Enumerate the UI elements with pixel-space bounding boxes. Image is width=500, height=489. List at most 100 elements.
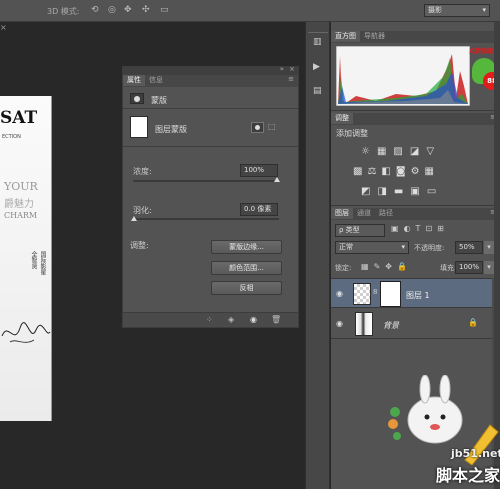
histogram-icon[interactable]: ▥ xyxy=(313,37,322,47)
lock-paint-icon[interactable]: ✎ xyxy=(374,262,386,271)
feather-field[interactable]: 0.0 像素 xyxy=(240,203,278,216)
density-slider[interactable] xyxy=(133,180,279,182)
levels-icon[interactable]: ▦ xyxy=(377,146,393,157)
opacity-dropdown-icon[interactable]: ▾ xyxy=(484,241,494,254)
panel-menu-icon[interactable]: ≡ xyxy=(288,75,294,83)
lock-all-icon[interactable]: 🔒 xyxy=(397,262,412,271)
close-document-icon[interactable]: × xyxy=(0,23,10,33)
brightness-icon[interactable]: ☼ xyxy=(361,146,377,157)
feather-slider-handle[interactable] xyxy=(131,216,137,221)
panel-titlebar[interactable]: » × xyxy=(123,65,298,75)
color-range-button[interactable]: 颜色范围... xyxy=(211,261,282,275)
threshold-icon[interactable]: ▬ xyxy=(394,186,410,197)
close-panel-icon[interactable]: × xyxy=(289,65,295,73)
document-canvas[interactable]: SAT ECTION YOUR 爵魅力 CHARM 国际影星 全智贤 xyxy=(0,96,52,421)
exposure-icon[interactable]: ◪ xyxy=(410,146,426,157)
fill-field[interactable]: 100% xyxy=(455,261,483,274)
lock-label: 锁定: xyxy=(335,264,352,272)
3d-slide-icon[interactable]: ✣ xyxy=(142,5,150,15)
histogram-tabs: 直方图 导航器 xyxy=(331,31,500,43)
lock-icons: ▦✎✥🔒 xyxy=(361,262,421,271)
adjust-label: 调整: xyxy=(130,241,149,250)
bw-icon[interactable]: ◧ xyxy=(381,166,395,177)
layer-row-1[interactable]: ◉ 8 图层 1 xyxy=(331,278,500,308)
doc-footer2: 全智贤 xyxy=(30,251,37,269)
visibility-eye-icon[interactable]: ◉ xyxy=(336,319,343,328)
density-field[interactable]: 100% xyxy=(240,164,278,177)
badge-label: 点我加速 xyxy=(469,48,494,55)
posterize-icon[interactable]: ◨ xyxy=(377,186,393,197)
tab-channels[interactable]: 通道 xyxy=(353,208,375,219)
chevron-down-icon: ▾ xyxy=(482,6,486,14)
feather-slider[interactable] xyxy=(133,218,279,220)
curves-icon[interactable]: ▨ xyxy=(393,146,409,157)
tab-properties[interactable]: 属性 xyxy=(123,75,145,86)
3d-rotate-icon[interactable]: ⟲ xyxy=(91,5,99,15)
vibrance-icon[interactable]: ▽ xyxy=(426,146,441,157)
invert-icon[interactable]: ◩ xyxy=(361,186,377,197)
chain-link-icon[interactable]: 8 xyxy=(373,288,377,296)
divider xyxy=(123,108,298,109)
collapse-icon[interactable]: » xyxy=(280,65,284,73)
gradient-map-icon[interactable]: ▭ xyxy=(427,186,443,197)
shape-filter-icon[interactable]: ⊡ xyxy=(425,224,437,233)
doc-line1: YOUR xyxy=(4,180,38,193)
layer-thumbnail xyxy=(353,283,371,305)
vector-mask-icon[interactable]: ⬚ xyxy=(268,122,276,131)
hue-icon[interactable]: ▩ xyxy=(353,166,367,177)
layer-mask-thumbnail[interactable] xyxy=(380,281,401,307)
load-selection-icon[interactable]: ⁘ xyxy=(206,315,213,324)
tool-preset-icon[interactable]: ▤ xyxy=(313,86,322,96)
tab-layers[interactable]: 图层 xyxy=(331,208,353,219)
tab-adjustments[interactable]: 调整 xyxy=(331,113,353,124)
3d-drag-icon[interactable]: ✥ xyxy=(124,5,132,15)
doc-line3: CHARM xyxy=(4,211,38,220)
properties-tabs: 属性 信息 ≡ xyxy=(123,75,298,87)
blend-mode-select[interactable]: 正常 ▾ xyxy=(335,241,409,254)
filter-select[interactable]: ρ 类型 xyxy=(335,224,385,237)
type-filter-icon[interactable]: T xyxy=(416,224,426,233)
tab-histogram[interactable]: 直方图 xyxy=(331,31,360,42)
channel-mixer-icon[interactable]: ⚙ xyxy=(411,166,425,177)
histogram-graph xyxy=(336,46,470,106)
properties-footer: ⁘ ◈ ◉ 🗑 xyxy=(123,312,298,327)
trash-icon[interactable]: 🗑 xyxy=(271,315,281,324)
density-slider-handle[interactable] xyxy=(274,177,280,182)
visibility-eye-icon[interactable]: ◉ xyxy=(336,289,343,298)
pixel-filter-icon[interactable]: ▣ xyxy=(391,224,404,233)
layer-name: 图层 1 xyxy=(406,291,430,300)
filter-icons: ▣◐T⊡⊞ xyxy=(391,224,491,233)
3d-scale-icon[interactable]: ▭ xyxy=(160,5,169,15)
doc-sub: ECTION xyxy=(2,134,21,140)
visibility-eye-icon[interactable]: ◉ xyxy=(250,315,257,324)
filter-label: ρ 类型 xyxy=(339,226,360,234)
signature-icon xyxy=(1,322,51,343)
photo-filter-icon[interactable]: ◙ xyxy=(396,166,411,177)
mask-edge-button[interactable]: 蒙版边缘... xyxy=(211,240,282,254)
adjust-tabs: 调整 ≡ xyxy=(331,113,500,125)
workspace-select[interactable]: 摄影 ▾ xyxy=(424,4,490,17)
fill-label: 填充: xyxy=(440,264,457,272)
color-balance-icon[interactable]: ⚖ xyxy=(367,166,381,177)
mask-icon xyxy=(130,93,144,104)
lock-move-icon[interactable]: ✥ xyxy=(385,262,397,271)
adjust-icons-row3: ◩◨▬▣▭ xyxy=(361,186,451,197)
tab-info[interactable]: 信息 xyxy=(145,75,167,86)
adjust-filter-icon[interactable]: ◐ xyxy=(404,224,416,233)
fill-dropdown-icon[interactable]: ▾ xyxy=(484,261,494,274)
divider xyxy=(308,32,328,33)
pixel-mask-button[interactable] xyxy=(251,122,264,133)
play-icon[interactable]: ▶ xyxy=(313,62,320,72)
options-bar: 3D 模式: ⟲ ◎ ✥ ✣ ▭ 摄影 ▾ xyxy=(0,0,500,22)
invert-button[interactable]: 反相 xyxy=(211,281,282,295)
tab-paths[interactable]: 路径 xyxy=(375,208,397,219)
smart-filter-icon[interactable]: ⊞ xyxy=(437,224,449,233)
3d-roll-icon[interactable]: ◎ xyxy=(108,5,116,15)
selective-color-icon[interactable]: ▣ xyxy=(410,186,426,197)
apply-mask-icon[interactable]: ◈ xyxy=(228,315,234,324)
opacity-field[interactable]: 50% xyxy=(455,241,483,254)
lookup-icon[interactable]: ▦ xyxy=(425,166,439,177)
layer-row-background[interactable]: ◉ 背景 🔒 xyxy=(331,309,500,339)
lock-transparent-icon[interactable]: ▦ xyxy=(361,262,374,271)
tab-navigator[interactable]: 导航器 xyxy=(360,31,389,42)
